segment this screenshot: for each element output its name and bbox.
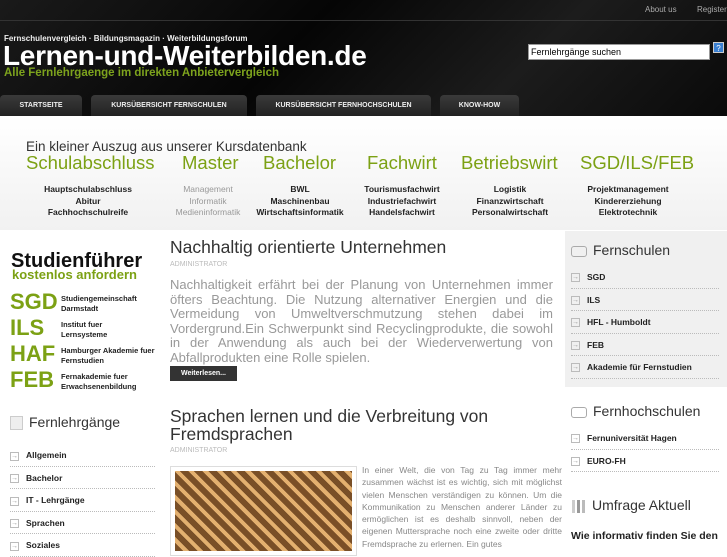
list-item[interactable]: → Akademie für Fernstudien	[571, 356, 719, 379]
list-item[interactable]: → Fernuniversität Hagen	[571, 427, 719, 450]
school-abbr[interactable]: FEB	[10, 367, 54, 393]
course-list: BWL Maschinenbau Wirtschaftsinformatik	[250, 184, 350, 219]
read-more-button[interactable]: Weiterlesen...	[170, 366, 237, 381]
fernhochschulen-heading: Fernhochschulen	[571, 403, 719, 419]
list-item[interactable]: → Allgemein	[10, 444, 155, 467]
tab-kursuebersicht-fernschulen[interactable]: KURSÜBERSICHT FERNSCHULEN	[91, 95, 247, 116]
arrow-right-icon: →	[571, 318, 580, 328]
school-abbr[interactable]: SGD	[10, 289, 58, 315]
fernschulen-heading: Fernschulen	[571, 242, 719, 258]
course-link[interactable]: Maschinenbau	[250, 196, 350, 208]
article-author: ADMINISTRATOR	[170, 447, 228, 454]
course-link[interactable]: Kindererziehung	[578, 196, 678, 208]
course-link[interactable]: Personalwirtschaft	[460, 207, 560, 219]
speech-bubble-icon	[571, 406, 587, 418]
course-link[interactable]: Tourismusfachwirt	[352, 184, 452, 196]
help-icon[interactable]: ?	[713, 42, 724, 53]
arrow-right-icon: →	[10, 541, 19, 551]
article-title[interactable]: Sprachen lernen und die Verbreitung von …	[170, 407, 510, 443]
list-item[interactable]: → EURO-FH	[571, 450, 719, 472]
course-link[interactable]: Projektmanagement	[578, 184, 678, 196]
fernlehrgaenge-section: Fernlehrgänge → Allgemein → Bachelor → IT -…	[10, 414, 155, 557]
arrow-right-icon: →	[571, 273, 580, 283]
list-item[interactable]: → Bachelor	[10, 467, 155, 490]
document-icon	[10, 416, 23, 431]
arrow-right-icon: →	[571, 295, 580, 305]
site-header: About us Register Fernschulenvergleich ·…	[0, 0, 727, 116]
umfrage-heading: Umfrage Aktuell	[572, 497, 691, 513]
school-name: Institut fuer Lernsysteme	[61, 320, 108, 339]
arrow-right-icon: →	[10, 496, 19, 506]
course-link[interactable]: BWL	[250, 184, 350, 196]
list-item[interactable]: → HFL - Humboldt	[571, 311, 719, 334]
speech-bubble-icon	[571, 245, 587, 257]
arrow-right-icon: →	[571, 363, 580, 373]
course-link[interactable]: Logistik	[460, 184, 560, 196]
course-link[interactable]: Finanzwirtschaft	[460, 196, 560, 208]
course-link[interactable]: Handelsfachwirt	[352, 207, 452, 219]
fernlehrgaenge-heading: Fernlehrgänge	[10, 414, 155, 431]
course-link[interactable]: Hauptschulabschluss	[28, 184, 148, 196]
arrow-right-icon: →	[571, 456, 580, 466]
article-author: ADMINISTRATOR	[170, 261, 228, 268]
fernschulen-section: Fernschulen → SGD → ILS → HFL - Humboldt → F…	[571, 242, 719, 379]
arrow-right-icon: →	[10, 451, 19, 461]
fernhochschulen-section: Fernhochschulen → Fernuniversität Hagen →…	[571, 403, 719, 472]
course-list: Hauptschulabschluss Abitur Fachhochschul…	[28, 184, 148, 219]
course-link[interactable]: Abitur	[28, 196, 148, 208]
course-link[interactable]: Elektrotechnik	[578, 207, 678, 219]
list-item[interactable]: → Sprachen	[10, 512, 155, 535]
arrow-right-icon: →	[571, 434, 580, 444]
category-schulabschluss[interactable]: Schulabschluss	[26, 152, 155, 174]
search-input[interactable]	[528, 44, 710, 60]
course-link[interactable]: Medieninformatik	[168, 207, 248, 219]
course-link[interactable]: Industriefachwirt	[352, 196, 452, 208]
bar-chart-icon	[572, 499, 586, 513]
school-name: Hamburger Akademie fuer Fernstudien	[61, 346, 155, 365]
course-link[interactable]: Informatik	[168, 196, 248, 208]
article-text: In einer Welt, die von Tag zu Tag immer …	[362, 465, 562, 549]
list-item[interactable]: → SGD	[571, 266, 719, 289]
course-list: Management Informatik Medieninformatik	[168, 184, 248, 219]
course-link[interactable]: Wirtschaftsinformatik	[250, 207, 350, 219]
school-name: Fernakademie fuer Erwachsenenbildung	[61, 372, 137, 391]
category-betriebswirt[interactable]: Betriebswirt	[461, 152, 558, 174]
course-list: Projektmanagement Kindererziehung Elektr…	[578, 184, 678, 219]
about-us-link[interactable]: About us	[645, 5, 677, 14]
poll-question: Wie informativ finden Sie den	[571, 530, 718, 542]
tab-startseite[interactable]: STARTSEITE	[0, 95, 82, 116]
list-item[interactable]: → IT - Lehrgänge	[10, 489, 155, 512]
article-title[interactable]: Nachhaltig orientierte Unternehmen	[170, 238, 560, 256]
register-link[interactable]: Register	[697, 5, 727, 14]
article-image	[170, 466, 357, 556]
arrow-right-icon: →	[571, 340, 580, 350]
school-abbr[interactable]: ILS	[10, 315, 44, 341]
category-fachwirt[interactable]: Fachwirt	[367, 152, 437, 174]
course-link[interactable]: Management	[168, 184, 248, 196]
arrow-right-icon: →	[10, 474, 19, 484]
site-subtitle: Alle Fernlehrgaenge im direkten Anbieter…	[4, 67, 280, 79]
tab-know-how[interactable]: KNOW-HOW	[440, 95, 519, 116]
arrow-right-icon: →	[10, 519, 19, 529]
course-list: Logistik Finanzwirtschaft Personalwirtsc…	[460, 184, 560, 219]
studienfuehrer-subtitle[interactable]: kostenlos anfordern	[12, 267, 137, 282]
category-sgd-ils-feb[interactable]: SGD/ILS/FEB	[580, 152, 694, 174]
school-abbr[interactable]: HAF	[10, 341, 55, 367]
top-bar	[0, 0, 727, 21]
category-master[interactable]: Master	[182, 152, 239, 174]
course-link[interactable]: Fachhochschulreife	[28, 207, 148, 219]
category-bachelor[interactable]: Bachelor	[263, 152, 336, 174]
list-item[interactable]: → ILS	[571, 289, 719, 311]
list-item[interactable]: → FEB	[571, 334, 719, 356]
list-item[interactable]: → Soziales	[10, 534, 155, 557]
school-name: Studiengemeinschaft Darmstadt	[61, 294, 137, 313]
article-text: Nachhaltigkeit erfährt bei der Planung v…	[170, 277, 553, 365]
tab-kursuebersicht-fernhochschulen[interactable]: KURSÜBERSICHT FERNHOCHSCHULEN	[256, 95, 431, 116]
course-list: Tourismusfachwirt Industriefachwirt Hand…	[352, 184, 452, 219]
